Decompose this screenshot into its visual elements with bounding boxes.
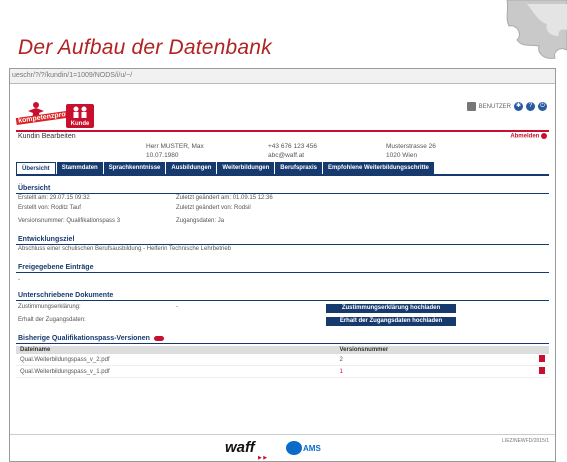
created-by-text: Erstellt von: Roditz Tauf: [18, 205, 81, 211]
user-name: BENUTZER: [478, 103, 511, 110]
customer-name: Herr MUSTER, Max: [146, 143, 204, 150]
kunde-icon[interactable]: Kunde: [66, 104, 94, 128]
table-row: Qual.Weiterbildungspass_v_2.pdf 2: [16, 354, 549, 366]
kundin-header: Kundin Bearbeiten Abmelden: [16, 132, 549, 142]
goal-text: Abschluss einer schulischen Berufsausbil…: [18, 246, 232, 252]
file-link[interactable]: Qual.Weiterbildungspass_v_2.pdf: [16, 354, 336, 366]
col-header-actions: [521, 346, 549, 354]
signed-row: Zustimmungserklärung: - Zustimmungserklä…: [16, 303, 549, 313]
tab-uebersicht[interactable]: Übersicht: [16, 162, 56, 174]
shared-row: -: [16, 276, 549, 286]
customer-info: Herr MUSTER, Max 10.07.1980 +43 676 123 …: [16, 142, 549, 162]
kunde-label: Kunde: [70, 121, 90, 127]
versions-table: Dateiname Versionsnummer Qual.Weiterbild…: [16, 346, 549, 378]
overview-row: Erstellt am: 29.07.15 09:32 Zuletzt geän…: [16, 194, 549, 204]
last-change-text: Zuletzt geändert am: 01.09.15 12:36: [176, 195, 273, 201]
ams-text: AMS: [303, 444, 321, 453]
footer-reference: LIEZ/NEWFD/2015/1: [502, 438, 549, 444]
footer: waff ▶ ▶ AMS LIEZ/NEWFD/2015/1: [10, 434, 555, 461]
overview-row: Erstellt von: Roditz Tauf Zuletzt geände…: [16, 204, 549, 214]
section-heading-unterschriebene-dokumente: Unterschriebene Dokumente: [16, 290, 549, 301]
overview-row: Versionsnummer: Qualifikationspass 3 Zug…: [16, 217, 549, 227]
section-heading-uebersicht: Übersicht: [16, 183, 549, 194]
tab-stammdaten[interactable]: Stammdaten: [56, 162, 103, 174]
app-header: kompetenzprofil Kunde BENUTZER ✱ ? ⏻: [10, 84, 555, 130]
settings-icon[interactable]: ✱: [514, 102, 523, 111]
tab-weiterbildungen[interactable]: Weiterbildungen: [217, 162, 275, 174]
customer-email: abc@waff.at: [268, 152, 305, 159]
col-header-file[interactable]: Dateiname: [16, 346, 336, 354]
logout-icon[interactable]: ⏻: [538, 102, 547, 111]
ams-logo: AMS: [286, 441, 321, 455]
file-link[interactable]: Qual.Weiterbildungspass_v_1.pdf: [16, 365, 336, 378]
user-icon: [466, 102, 476, 111]
col-header-version[interactable]: Versionsnummer: [335, 346, 521, 354]
customer-city: 1020 Wien: [386, 152, 418, 159]
signed-row: Erhalt der Zugangsdaten: Erhalt der Zuga…: [16, 316, 549, 326]
user-area: BENUTZER ✱ ? ⏻: [466, 102, 547, 111]
section-heading-versionen: Bisherige Qualifikationspass-Versionen: [16, 333, 549, 344]
customer-street: Musterstrasse 26: [386, 143, 436, 150]
close-icon: [541, 133, 547, 139]
consent-value: -: [176, 304, 178, 310]
version-text: Versionsnummer: Qualifikationspass 3: [18, 218, 121, 224]
tab-ausbildungen[interactable]: Ausbildungen: [166, 162, 217, 174]
customer-birthdate: 10.07.1980: [146, 152, 179, 159]
closed-text: Zugangsdaten: Ja: [176, 218, 225, 224]
abmelden-link[interactable]: Abmelden: [510, 133, 547, 140]
waff-arrows-icon: ▶ ▶: [258, 455, 268, 461]
abmelden-label: Abmelden: [510, 133, 540, 140]
pdf-icon[interactable]: [539, 367, 545, 374]
kundin-title: Kundin Bearbeiten: [18, 133, 76, 140]
upload-consent-button[interactable]: Zustimmungserklärung hochladen: [326, 304, 456, 313]
version-cell: 1: [335, 365, 521, 378]
section-heading-freigegebene-eintraege: Freigegebene Einträge: [16, 262, 549, 273]
tab-sprachkenntnisse[interactable]: Sprachkenntnisse: [103, 162, 166, 174]
kompetenzprofil-logo[interactable]: kompetenzprofil: [15, 102, 75, 130]
section-heading-entwicklungsziel: Entwicklungsziel: [16, 234, 549, 245]
last-change-by-text: Zuletzt geändert von: Rodsil: [176, 205, 251, 211]
version-cell: 2: [335, 354, 521, 366]
tab-berufspraxis[interactable]: Berufspraxis: [275, 162, 322, 174]
consent-label: Zustimmungserklärung:: [18, 304, 81, 310]
customer-phone: +43 676 123 456: [268, 143, 317, 150]
goal-row: Abschluss einer schulischen Berufsausbil…: [16, 245, 549, 255]
versions-heading: Bisherige Qualifikationspass-Versionen: [18, 334, 150, 342]
upload-access-data-button[interactable]: Erhalt der Zugangsdaten hochladen: [326, 317, 456, 326]
puzzle-piece-image: [506, 0, 567, 59]
access-data-label: Erhalt der Zugangsdaten:: [18, 317, 86, 323]
toggle-icon[interactable]: [153, 335, 164, 341]
help-icon[interactable]: ?: [526, 102, 535, 111]
waff-logo: waff: [225, 439, 255, 456]
tab-bar: Übersicht Stammdaten Sprachkenntnisse Au…: [16, 162, 549, 176]
created-text: Erstellt am: 29.07.15 09:32: [18, 195, 90, 201]
shared-value: -: [18, 277, 20, 283]
table-row: Qual.Weiterbildungspass_v_1.pdf 1: [16, 365, 549, 378]
slide-title: Der Aufbau der Datenbank: [18, 36, 272, 59]
pdf-icon[interactable]: [539, 355, 545, 362]
tab-empfohlene-weiterbildungsschritte[interactable]: Empfohlene Weiterbildungsschritte: [322, 162, 434, 174]
address-bar[interactable]: ueschr/?/?/kundin/1=1009/NODS/i/u/~/: [10, 69, 555, 84]
app-screenshot: ueschr/?/?/kundin/1=1009/NODS/i/u/~/ kom…: [9, 68, 556, 462]
